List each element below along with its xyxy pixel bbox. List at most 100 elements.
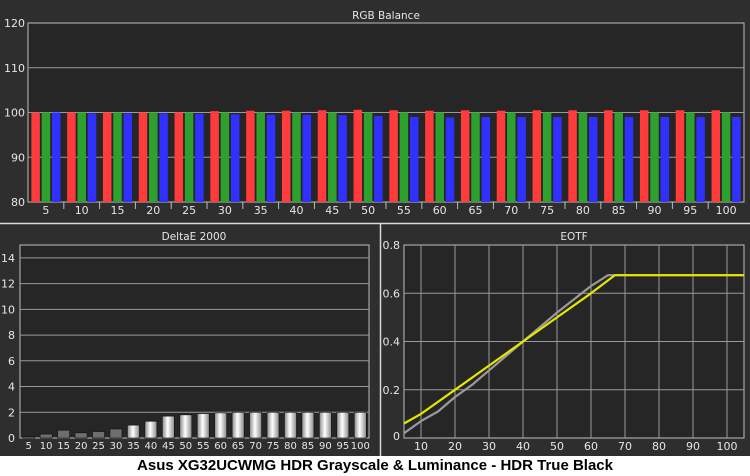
rgb-blue-bar	[445, 117, 455, 202]
rgb-x-tick-label: 30	[218, 204, 232, 217]
deltae-x-tick-label: 80	[284, 441, 297, 452]
rgb-y-tick-label: 80	[11, 196, 25, 209]
rgb-blue-bar	[374, 116, 383, 202]
rgb-green-bar	[256, 112, 265, 202]
deltae-bar	[39, 433, 53, 439]
rgb-red-bar	[389, 110, 398, 202]
rgb-x-tick-label: 45	[325, 204, 339, 217]
deltae-bar	[301, 411, 315, 439]
rgb-red-bar	[639, 110, 649, 202]
rgb-blue-bar	[409, 116, 419, 202]
deltae-x-tick-label: 50	[179, 441, 192, 452]
rgb-red-bar	[425, 110, 434, 202]
deltae-y-tick-label: 8	[8, 329, 15, 342]
eotf-x-tick-label: 80	[652, 440, 666, 453]
deltae-bar	[231, 411, 245, 439]
deltae-bar	[353, 411, 367, 439]
rgb-green-bar	[41, 112, 51, 202]
deltae-y-tick-label: 14	[1, 252, 15, 265]
rgb-x-tick-label: 65	[469, 204, 483, 217]
rgb-green-bar	[435, 112, 444, 202]
rgb-green-bar	[77, 112, 86, 202]
deltae-x-tick-label: 70	[249, 441, 262, 452]
rgb-red-bar	[532, 110, 542, 202]
deltae-x-tick-label: 25	[92, 441, 105, 452]
eotf-x-tick-label: 90	[686, 440, 700, 453]
rgb-red-bar	[174, 112, 184, 202]
deltae-bar	[196, 413, 210, 439]
eotf-x-tick-label: 50	[550, 440, 564, 453]
deltae-bar	[22, 436, 36, 439]
deltae-x-tick-label: 20	[75, 441, 88, 452]
deltae-y-tick-label: 12	[1, 278, 15, 291]
rgb-red-bar	[460, 110, 470, 202]
rgb-green-bar	[507, 112, 516, 202]
deltae-y-tick-label: 10	[1, 303, 15, 316]
rgb-x-tick-label: 35	[254, 204, 268, 217]
deltae-chart: DeltaE 2000 0 2 4 6 8 10 12 14 5 10 15 20 25 30 35 40 4…	[1, 231, 370, 452]
rgb-green-bar	[650, 112, 659, 202]
deltae-x-tick-label: 45	[162, 441, 175, 452]
rgb-blue-bar	[481, 116, 491, 202]
deltae-x-tick-label: 30	[110, 441, 123, 452]
rgb-x-tick-label: 100	[716, 204, 737, 217]
eotf-x-tick-label: 30	[482, 440, 496, 453]
rgb-x-tick-label: 85	[612, 204, 626, 217]
rgb-chart-title: RGB Balance	[352, 10, 420, 22]
rgb-red-bar	[281, 110, 291, 202]
rgb-green-bar	[614, 112, 623, 202]
eotf-x-tick-label: 70	[618, 440, 632, 453]
chart-canvas: RGB Balance 8090100110120 5 10 15 20 25 30 35 4…	[0, 0, 750, 456]
deltae-x-tick-label: 10	[40, 441, 53, 452]
eotf-y-tick-label: 0.8	[383, 239, 401, 252]
rgb-x-tick-label: 70	[504, 204, 518, 217]
rgb-x-tick-label: 20	[146, 204, 160, 217]
rgb-x-tick-label: 25	[182, 204, 196, 217]
rgb-blue-bar	[338, 115, 347, 202]
rgb-green-bar	[542, 112, 552, 202]
rgb-y-tick-label: 120	[4, 17, 25, 30]
deltae-bar	[214, 412, 227, 439]
rgb-x-tick-label: 50	[361, 204, 375, 217]
rgb-blue-bar	[588, 116, 598, 202]
rgb-red-bar	[31, 112, 40, 202]
rgb-x-tick-label: 80	[576, 204, 590, 217]
rgb-x-tick-label: 90	[648, 204, 662, 217]
rgb-blue-bar	[266, 114, 276, 202]
eotf-y-tick-label: 0.6	[383, 287, 401, 300]
eotf-x-tick-label: 40	[516, 440, 530, 453]
deltae-x-tick-label: 65	[232, 441, 245, 452]
rgb-x-tick-label: 10	[75, 204, 89, 217]
deltae-x-tick-label: 95	[336, 441, 349, 452]
rgb-red-bar	[67, 112, 76, 202]
deltae-bar	[144, 420, 158, 439]
rgb-blue-bar	[87, 113, 97, 202]
deltae-x-tick-label: 90	[319, 441, 332, 452]
deltae-y-tick-label: 2	[8, 406, 15, 419]
rgb-x-tick-label: 95	[683, 204, 697, 217]
deltae-x-tick-label: 15	[57, 441, 70, 452]
rgb-blue-bar	[195, 113, 204, 202]
deltae-bar	[319, 411, 332, 439]
deltae-bar	[74, 432, 88, 439]
rgb-x-tick-label: 55	[397, 204, 411, 217]
rgb-green-bar	[292, 112, 301, 202]
rgb-green-bar	[149, 112, 158, 202]
rgb-blue-bar	[51, 112, 61, 202]
rgb-blue-bar	[732, 116, 741, 202]
rgb-green-bar	[471, 112, 480, 202]
rgb-blue-bar	[517, 116, 526, 202]
rgb-y-tick-label: 100	[4, 107, 25, 120]
rgb-red-bar	[317, 110, 327, 202]
rgb-red-bar	[353, 109, 363, 202]
deltae-bar	[127, 424, 140, 439]
deltae-x-tick-label: 75	[267, 441, 280, 452]
deltae-bar	[57, 429, 70, 439]
deltae-chart-title: DeltaE 2000	[162, 231, 227, 243]
rgb-blue-bar	[660, 116, 670, 202]
eotf-chart-title: EOTF	[560, 231, 587, 243]
rgb-red-bar	[102, 112, 112, 202]
rgb-blue-bar	[553, 116, 562, 202]
deltae-x-tick-label: 5	[26, 441, 32, 452]
deltae-bar	[109, 428, 123, 439]
